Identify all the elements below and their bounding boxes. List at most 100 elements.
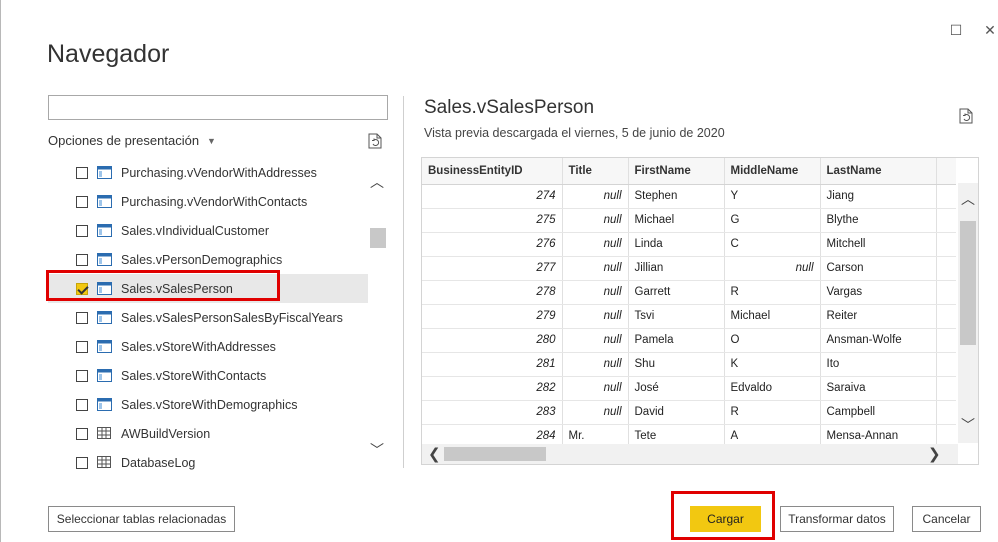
scroll-left-icon[interactable]: ❮ xyxy=(428,445,441,463)
tree-item[interactable]: Sales.vSalesPerson xyxy=(48,274,368,303)
checkbox-checked[interactable] xyxy=(76,282,88,295)
table-icon xyxy=(97,427,111,439)
column-header[interactable]: MiddleName xyxy=(724,158,821,185)
table-cell: Michael xyxy=(628,208,725,233)
table-row: 278 null Garrett R Vargas xyxy=(422,280,956,305)
scroll-up-icon[interactable]: ︿ xyxy=(961,189,975,209)
column-header[interactable]: BusinessEntityID xyxy=(422,158,563,185)
scroll-up-icon[interactable]: ︿ xyxy=(370,172,384,192)
tree-item[interactable]: Sales.vIndividualCustomer xyxy=(48,216,368,245)
scroll-down-icon[interactable]: ﹀ xyxy=(370,440,384,460)
tree-item-label: Sales.vStoreWithContacts xyxy=(121,368,267,383)
tree-item-label: AWBuildVersion xyxy=(121,426,211,441)
checkbox[interactable] xyxy=(76,311,88,324)
tree-item-label: Sales.vStoreWithDemographics xyxy=(121,397,298,412)
scroll-down-icon[interactable]: ﹀ xyxy=(961,415,975,435)
table-row: 275 null Michael G Blythe xyxy=(422,208,956,233)
table-header-row: BusinessEntityID Title FirstName MiddleName… xyxy=(422,158,956,185)
tree-item[interactable]: Purchasing.vVendorWithContacts xyxy=(48,187,368,216)
tree-item[interactable]: Sales.vStoreWithAddresses xyxy=(48,332,368,361)
table-row: 282 null José Edvaldo Saraiva xyxy=(422,376,956,401)
panel-divider xyxy=(403,96,404,468)
tree-item[interactable]: DatabaseLog xyxy=(48,448,368,470)
close-icon[interactable]: ✕ xyxy=(982,22,998,39)
table-row: 280 null Pamela O Ansman-Wolfe xyxy=(422,328,956,353)
table-cell-overflow xyxy=(936,352,956,377)
table-cell: 275 xyxy=(422,208,563,233)
view-icon xyxy=(97,340,112,353)
tree-item[interactable]: Sales.vPersonDemographics xyxy=(48,245,368,274)
table-cell: null xyxy=(562,208,629,233)
table-cell-overflow xyxy=(936,256,956,281)
tree-vertical-scrollbar[interactable]: ︿ ﹀ xyxy=(368,170,387,460)
grid-horizontal-scrollbar[interactable]: ❮ ❯ xyxy=(422,444,958,464)
caret-down-icon: ▼ xyxy=(207,135,216,146)
refresh-icon[interactable] xyxy=(368,133,382,149)
table-cell: Ansman-Wolfe xyxy=(820,328,937,353)
column-header[interactable]: Title xyxy=(562,158,629,185)
table-cell: 274 xyxy=(422,184,563,209)
tree-item-label: Sales.vSalesPerson xyxy=(121,281,233,296)
checkbox[interactable] xyxy=(76,369,88,382)
table-cell: null xyxy=(562,304,629,329)
preview-table: BusinessEntityID Title FirstName MiddleName… xyxy=(422,158,956,449)
table-cell: Saraiva xyxy=(820,376,937,401)
preview-refresh-icon[interactable] xyxy=(959,108,973,124)
load-button[interactable]: Cargar xyxy=(690,506,761,532)
preview-subtitle: Vista previa descargada el viernes, 5 de… xyxy=(424,126,725,140)
tree-item[interactable]: Sales.vStoreWithDemographics xyxy=(48,390,368,419)
column-header-overflow xyxy=(936,158,956,185)
tree-item[interactable]: Purchasing.vVendorWithAddresses xyxy=(48,158,368,187)
checkbox[interactable] xyxy=(76,195,88,208)
table-cell: Ito xyxy=(820,352,937,377)
table-cell: null xyxy=(562,352,629,377)
table-cell: 280 xyxy=(422,328,563,353)
cancel-button[interactable]: Cancelar xyxy=(912,506,981,532)
table-cell: null xyxy=(562,400,629,425)
checkbox[interactable] xyxy=(76,340,88,353)
tree-item[interactable]: Sales.vSalesPersonSalesByFiscalYears xyxy=(48,303,368,332)
scroll-thumb[interactable] xyxy=(444,447,546,461)
transform-data-button[interactable]: Transformar datos xyxy=(780,506,894,532)
table-cell: Garrett xyxy=(628,280,725,305)
checkbox[interactable] xyxy=(76,427,88,440)
checkbox[interactable] xyxy=(76,166,88,179)
maximize-icon[interactable]: ☐ xyxy=(948,22,964,39)
column-header[interactable]: FirstName xyxy=(628,158,725,185)
grid-vertical-scrollbar[interactable]: ︿ ﹀ xyxy=(958,183,978,443)
table-cell-overflow xyxy=(936,184,956,209)
display-options-dropdown[interactable]: Opciones de presentación ▼ xyxy=(48,133,216,148)
dialog-title: Navegador xyxy=(47,40,170,68)
table-cell: 276 xyxy=(422,232,563,257)
column-header[interactable]: LastName xyxy=(820,158,937,185)
scroll-right-icon[interactable]: ❯ xyxy=(928,445,941,463)
table-row: 283 null David R Campbell xyxy=(422,400,956,425)
table-row: 274 null Stephen Y Jiang xyxy=(422,184,956,209)
checkbox[interactable] xyxy=(76,253,88,266)
view-icon xyxy=(97,369,112,382)
checkbox[interactable] xyxy=(76,224,88,237)
table-cell-overflow xyxy=(936,280,956,305)
table-cell: G xyxy=(724,208,821,233)
table-cell: Michael xyxy=(724,304,821,329)
table-cell: 282 xyxy=(422,376,563,401)
table-cell-overflow xyxy=(936,376,956,401)
checkbox[interactable] xyxy=(76,456,88,469)
scroll-thumb[interactable] xyxy=(960,221,976,345)
table-cell: R xyxy=(724,280,821,305)
select-related-tables-button[interactable]: Seleccionar tablas relacionadas xyxy=(48,506,235,532)
table-cell: Y xyxy=(724,184,821,209)
checkbox[interactable] xyxy=(76,398,88,411)
table-cell: O xyxy=(724,328,821,353)
search-input[interactable] xyxy=(48,95,388,120)
table-cell: Linda xyxy=(628,232,725,257)
table-row: 276 null Linda C Mitchell xyxy=(422,232,956,257)
table-cell: C xyxy=(724,232,821,257)
tree-item[interactable]: AWBuildVersion xyxy=(48,419,368,448)
view-icon xyxy=(97,398,112,411)
tree-item-label: Sales.vPersonDemographics xyxy=(121,252,283,267)
table-cell: Tsvi xyxy=(628,304,725,329)
scroll-thumb[interactable] xyxy=(370,228,386,248)
tree-item[interactable]: Sales.vStoreWithContacts xyxy=(48,361,368,390)
table-body: 274 null Stephen Y Jiang 275 null Michael G Blyth… xyxy=(422,184,956,449)
